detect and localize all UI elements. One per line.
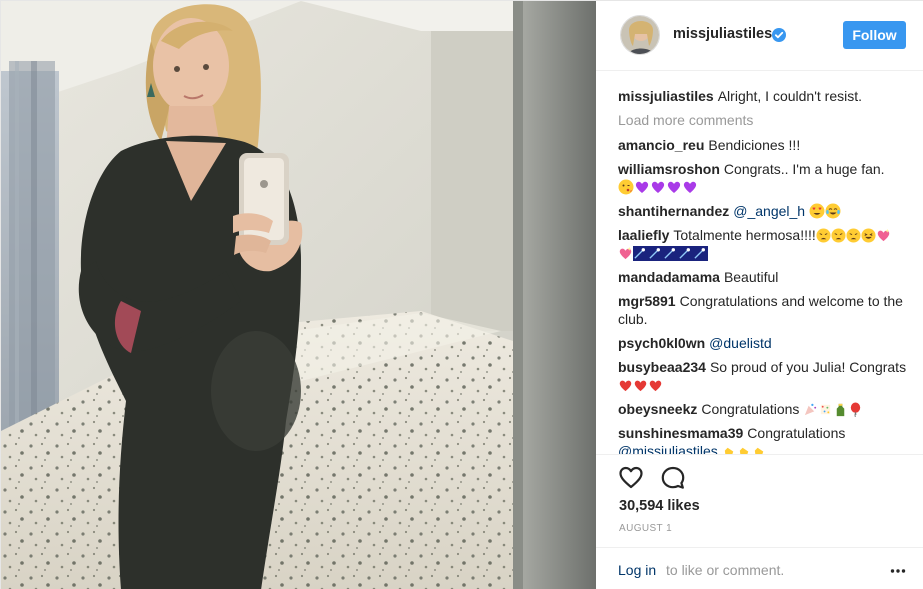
comment-text: Congrats.. I'm a huge fan. — [723, 161, 885, 177]
comment: busybeaa234 So proud of you Julia! Congra… — [618, 358, 908, 394]
login-prompt: Log in to like or comment. — [596, 547, 923, 589]
emoji-shooting-star-icon — [693, 246, 708, 261]
comment-text: So proud of you Julia! Congrats — [709, 359, 907, 375]
emoji-bottle-icon — [837, 403, 845, 417]
comment-text: Bendiciones !!! — [708, 137, 801, 153]
comment: shantihernandez @_angel_h — [618, 202, 908, 220]
comment-username[interactable]: busybeaa234 — [618, 359, 706, 375]
comment-username[interactable]: shantihernandez — [618, 203, 729, 219]
emoji-laugh-cry-icon — [825, 203, 841, 219]
emoji-balloon-icon — [851, 402, 861, 417]
emoji-heart-sparkle-icon — [619, 246, 632, 260]
emoji-clap-icon — [739, 447, 748, 454]
comment-username[interactable]: laaliefly — [618, 227, 669, 243]
emoji-heart-eyes-icon — [809, 203, 825, 219]
comment: williamsroshon Congrats.. I'm a huge fan. — [618, 160, 908, 196]
header-username[interactable]: missjuliastiles — [673, 26, 772, 42]
emoji-shooting-star-icon — [678, 246, 693, 261]
comment: mandadamama Beautiful — [618, 268, 908, 286]
comment: obeysneekz Congratulations — [618, 400, 908, 418]
comment-username[interactable]: mgr5891 — [618, 293, 676, 309]
comments-list: missjuliastiles Alright, I couldn't resis… — [618, 87, 908, 454]
login-suffix-text: to like or comment. — [666, 562, 785, 578]
emoji-weary-face-icon — [831, 228, 846, 243]
post-header: missjuliastiles Follow — [596, 1, 923, 71]
emoji-weary-face-icon — [816, 228, 831, 243]
emoji-heart-sparkle-icon — [877, 228, 890, 242]
comment-mention[interactable]: @_angel_h — [733, 203, 805, 219]
emoji-red-heart-icon — [649, 380, 662, 392]
verified-badge-icon — [772, 28, 786, 42]
emoji-clap-icon — [724, 447, 733, 454]
post-actions: 30,594 likes AUGUST 1 Log in to like or … — [596, 454, 923, 589]
comment: mgr5891 Congratulations and welcome to th… — [618, 292, 908, 328]
load-more-comments-button[interactable]: Load more comments — [618, 111, 908, 129]
comment-username[interactable]: mandadamama — [618, 269, 720, 285]
comment-username[interactable]: williamsroshon — [618, 161, 720, 177]
instagram-post: missjuliastiles Follow missjuliastiles Al… — [0, 0, 923, 589]
emoji-confetti-icon — [821, 404, 831, 415]
heart-icon[interactable] — [618, 465, 644, 491]
emoji-shooting-star-icon — [648, 246, 663, 261]
comment-username[interactable]: obeysneekz — [618, 401, 697, 417]
emoji-red-heart-icon — [634, 380, 647, 392]
comment: laaliefly Totalmente hermosa!!!! — [618, 226, 908, 262]
follow-button[interactable]: Follow — [843, 21, 906, 49]
emoji-purple-heart-icon — [667, 181, 681, 193]
post-caption: missjuliastiles Alright, I couldn't resis… — [618, 87, 908, 105]
caption-username[interactable]: missjuliastiles — [618, 88, 714, 104]
emoji-party-popper-icon — [805, 403, 817, 416]
login-link[interactable]: Log in — [618, 562, 656, 578]
likes-count[interactable]: 30,594 likes — [619, 498, 700, 514]
comment: sunshinesmama39 Congratulations @missjuli… — [618, 424, 908, 454]
comment-text: Congratulations — [747, 425, 846, 441]
emoji-shooting-star-icon — [633, 246, 648, 261]
comment: amancio_reu Bendiciones !!! — [618, 136, 908, 154]
comment-username[interactable]: sunshinesmama39 — [618, 425, 743, 441]
emoji-blowing-kiss-icon — [618, 179, 634, 195]
post-date: AUGUST 1 — [619, 523, 673, 534]
emoji-purple-heart-icon — [651, 181, 665, 193]
comment-mention[interactable]: @duelistd — [709, 335, 771, 351]
emoji-laughing-icon — [861, 228, 876, 243]
post-photo[interactable] — [1, 1, 596, 589]
comment-username[interactable]: psych0kl0wn — [618, 335, 705, 351]
comment-bubble-icon[interactable] — [660, 465, 686, 491]
emoji-red-heart-icon — [619, 380, 632, 392]
more-options-icon[interactable] — [890, 568, 906, 574]
emoji-weary-face-icon — [846, 228, 861, 243]
comment-text: Beautiful — [723, 269, 779, 285]
comment-text: Congratulations — [701, 401, 800, 417]
post-side-panel: missjuliastiles Follow missjuliastiles Al… — [596, 1, 923, 589]
avatar[interactable] — [620, 15, 660, 55]
caption-text: Alright, I couldn't resist. — [717, 88, 863, 104]
emoji-shooting-star-icon — [663, 246, 678, 261]
comment-username[interactable]: amancio_reu — [618, 137, 704, 153]
emoji-clap-icon — [754, 447, 763, 454]
comment-text: Totalmente hermosa!!!! — [673, 227, 816, 243]
comment: psych0kl0wn @duelistd — [618, 334, 908, 352]
comment-mention[interactable]: @missjuliastiles — [618, 443, 718, 454]
emoji-purple-heart-icon — [683, 181, 697, 193]
emoji-purple-heart-icon — [635, 181, 649, 193]
